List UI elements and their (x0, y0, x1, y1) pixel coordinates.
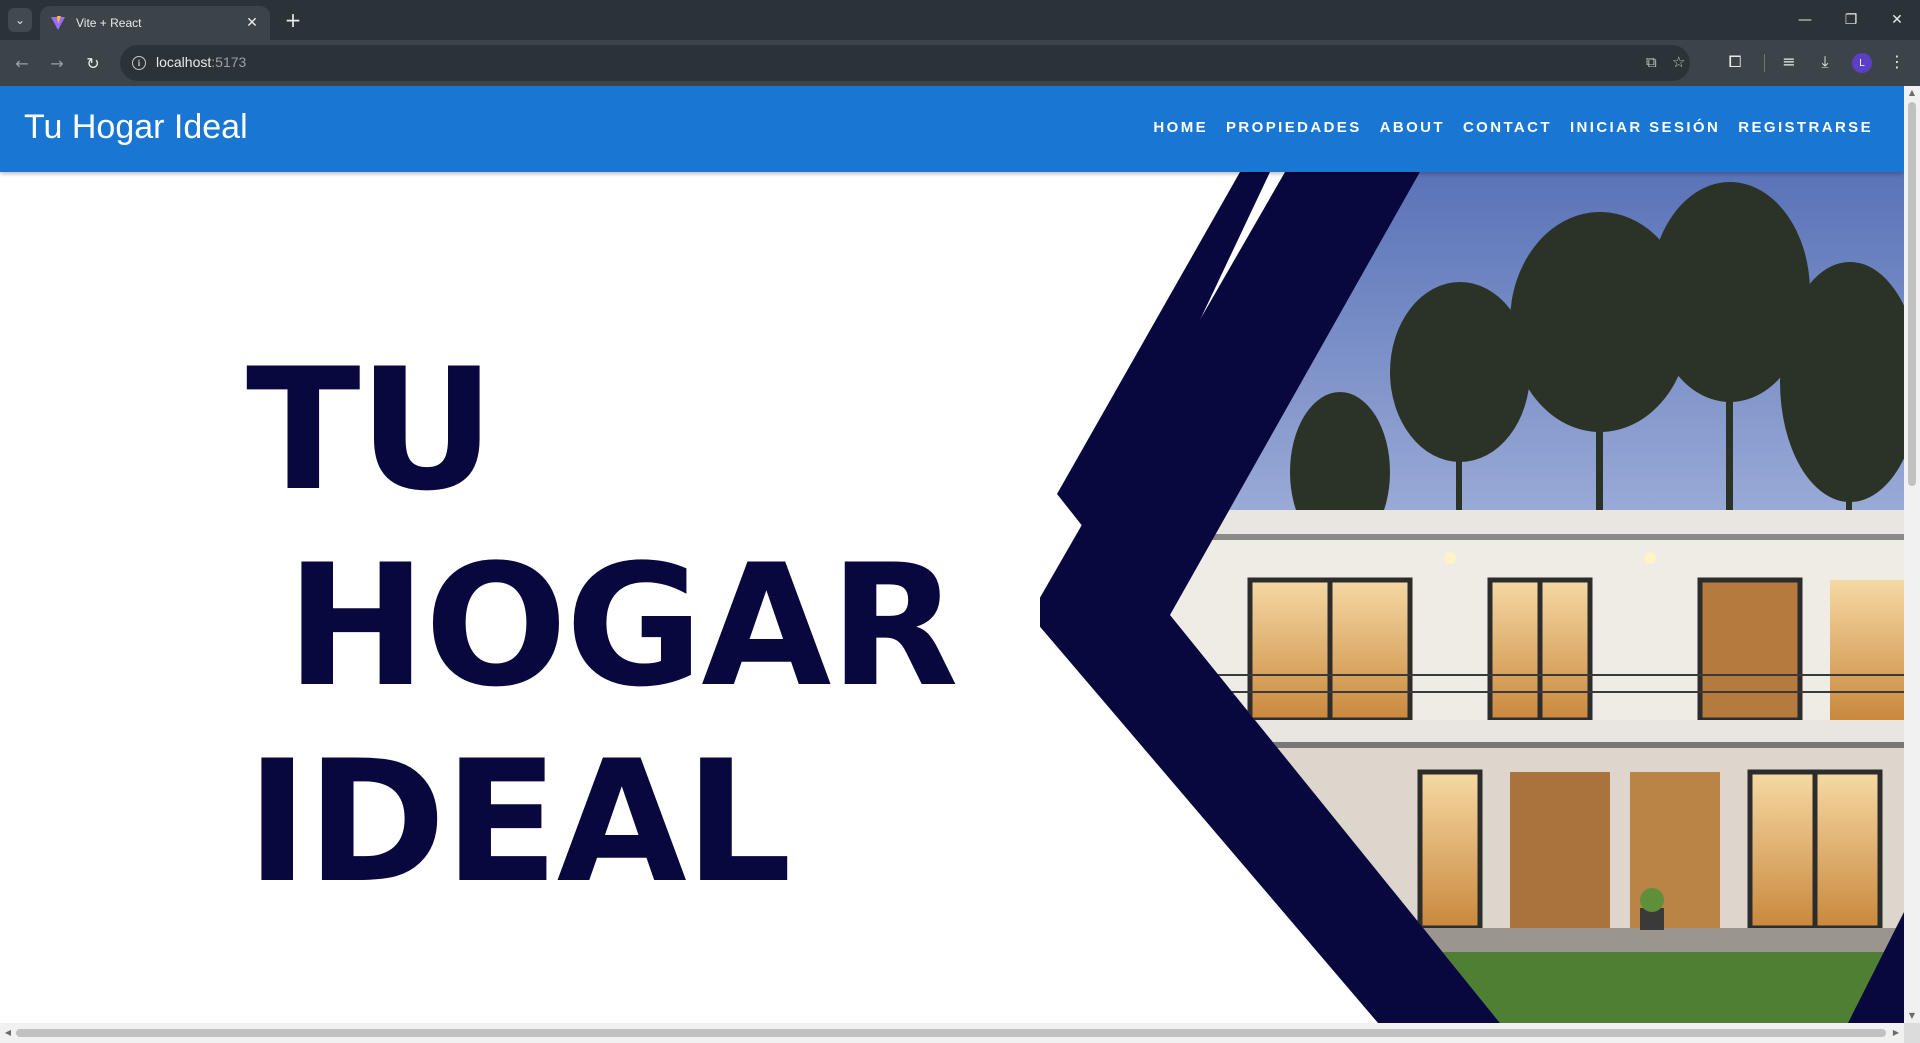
nav-about[interactable]: ABOUT (1379, 119, 1446, 136)
menu-kebab-icon[interactable]: ⋮ (1886, 52, 1908, 71)
scroll-left-icon[interactable]: ◀ (0, 1023, 16, 1043)
nav-registrarse[interactable]: REGISTRARSE (1737, 119, 1874, 136)
address-bar[interactable]: i localhost:5173 ⧉ ☆ (120, 45, 1690, 81)
tab-title: Vite + React (76, 16, 142, 30)
vertical-scroll-thumb[interactable] (1908, 102, 1916, 486)
scroll-down-icon[interactable]: ▼ (1904, 1009, 1920, 1023)
back-icon[interactable]: ← (10, 51, 34, 75)
site-navbar: Tu Hogar Ideal HOME PROPIEDADES ABOUT CO… (0, 86, 1904, 172)
scrollbar-corner (1904, 1023, 1920, 1043)
forward-icon[interactable]: → (45, 51, 69, 75)
close-window-icon[interactable]: ✕ (1874, 0, 1920, 40)
bookmark-star-icon[interactable]: ☆ (1672, 53, 1685, 71)
downloads-icon[interactable]: ⤓ (1814, 52, 1836, 72)
vite-favicon-icon (51, 16, 65, 30)
nav-contact[interactable]: CONTACT (1462, 119, 1553, 136)
site-info-icon[interactable]: i (132, 56, 146, 70)
horizontal-scrollbar[interactable]: ◀ ▶ (0, 1023, 1904, 1043)
browser-tab-strip: ⌄ Vite + React ✕ + — ❐ ✕ (0, 0, 1920, 40)
nav-home[interactable]: HOME (1152, 119, 1209, 136)
nav-links: HOME PROPIEDADES ABOUT CONTACT INICIAR S… (1152, 119, 1874, 136)
nav-propiedades[interactable]: PROPIEDADES (1225, 119, 1363, 136)
scroll-up-icon[interactable]: ▲ (1904, 86, 1920, 100)
vertical-scrollbar[interactable]: ▲ ▼ (1904, 86, 1920, 1023)
toolbar-divider (1764, 54, 1765, 72)
translate-icon[interactable]: ⧉ (1646, 53, 1657, 71)
hero-line-3: IDEAL (246, 724, 792, 920)
tab-search-button[interactable]: ⌄ (8, 8, 32, 32)
new-tab-icon[interactable]: + (282, 9, 304, 31)
url-text[interactable]: localhost:5173 (156, 54, 246, 70)
browser-toolbar: ← → ↻ i localhost:5173 ⧉ ☆ ⧠ ≡ ⤓ ⋮ (0, 40, 1920, 86)
minimize-icon[interactable]: — (1782, 0, 1828, 40)
tab-close-icon[interactable]: ✕ (244, 15, 260, 31)
reload-icon[interactable]: ↻ (81, 51, 105, 75)
page-viewport: Tu Hogar Ideal HOME PROPIEDADES ABOUT CO… (0, 86, 1904, 1023)
hero-line-1: TU (246, 332, 495, 528)
window-controls: — ❐ ✕ (1782, 0, 1920, 40)
browser-tab[interactable]: Vite + React ✕ (40, 6, 270, 40)
profile-avatar[interactable]: L (1852, 53, 1872, 73)
hero-house-image (1040, 172, 1904, 1023)
hero-section: TU HOGAR IDEAL (0, 172, 1904, 1023)
nav-iniciar-sesion[interactable]: INICIAR SESIÓN (1569, 119, 1721, 136)
media-controls-icon[interactable]: ≡ (1778, 52, 1800, 71)
hero-line-2: HOGAR (286, 528, 959, 724)
restore-icon[interactable]: ❐ (1828, 0, 1874, 40)
horizontal-scroll-thumb[interactable] (16, 1029, 1886, 1037)
extensions-icon[interactable]: ⧠ (1724, 52, 1746, 72)
scroll-right-icon[interactable]: ▶ (1888, 1023, 1904, 1043)
site-brand[interactable]: Tu Hogar Ideal (24, 108, 248, 147)
hero-heading: TU HOGAR IDEAL (246, 332, 959, 920)
